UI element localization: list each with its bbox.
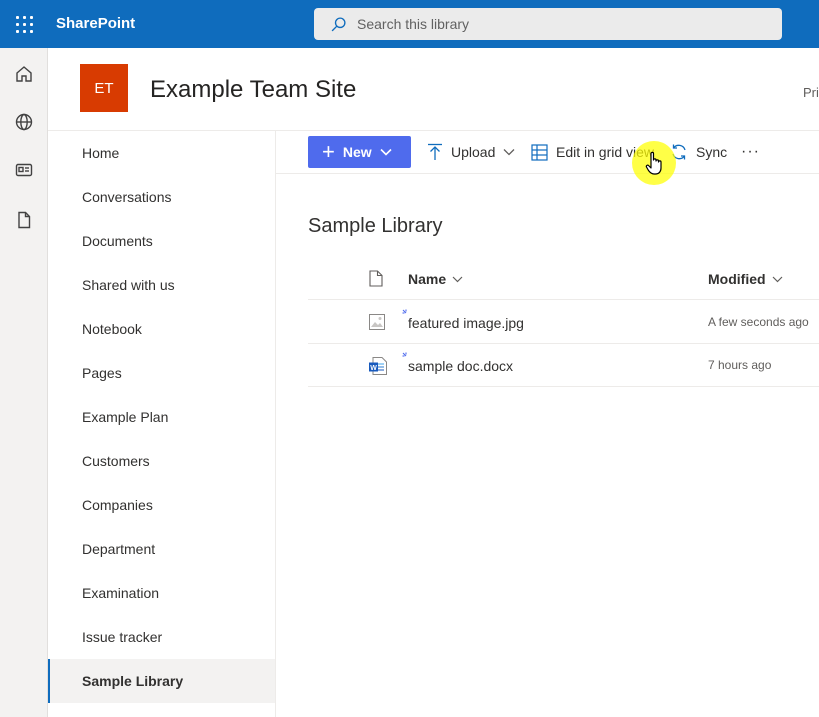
waffle-icon (15, 15, 33, 33)
site-title[interactable]: Example Team Site (150, 76, 356, 104)
chevron-down-icon (452, 276, 463, 282)
nav-item-customers[interactable]: Customers (48, 439, 275, 483)
file-type-icon[interactable] (369, 270, 383, 287)
left-navigation: Home Conversations Documents Shared with… (48, 130, 276, 717)
nav-item-issue-tracker[interactable]: Issue tracker (48, 615, 275, 659)
svg-text:W: W (370, 365, 377, 372)
app-launcher-button[interactable] (0, 0, 48, 48)
column-header-name[interactable]: Name (408, 271, 463, 287)
table-row[interactable]: featured image.jpg A few seconds ago (308, 301, 819, 344)
new-button-label: New (342, 144, 372, 160)
search-box[interactable]: Search this library (314, 8, 782, 40)
file-name-link[interactable]: featured image.jpg (408, 315, 524, 331)
more-options-button[interactable]: ··· (741, 136, 760, 168)
hand-cursor-icon (645, 151, 662, 175)
nav-item-department[interactable]: Department (48, 527, 275, 571)
nav-item-companies[interactable]: Companies (48, 483, 275, 527)
nav-item-sample-library[interactable]: Sample Library (48, 659, 275, 703)
home-icon[interactable] (14, 64, 34, 84)
file-modified: 7 hours ago (708, 358, 772, 372)
table-row[interactable]: W sample doc.docx 7 hours ago (308, 344, 819, 387)
list-header: Name Modified (308, 258, 819, 300)
chevron-down-icon (772, 276, 782, 282)
nav-item-examination[interactable]: Examination (48, 571, 275, 615)
chevron-down-icon (503, 149, 515, 156)
nav-item-documents[interactable]: Documents (48, 219, 275, 263)
news-icon[interactable] (14, 160, 34, 180)
app-rail (0, 48, 48, 717)
app-brand-link[interactable]: SharePoint (56, 15, 135, 32)
nav-item-home[interactable]: Home (48, 131, 275, 175)
upload-icon (428, 143, 442, 160)
search-placeholder: Search this library (357, 16, 470, 32)
chevron-down-icon (380, 148, 392, 156)
command-bar: + New Upload Edit in grid view Sync ··· (276, 130, 819, 174)
suite-bar: SharePoint Search this library (0, 0, 819, 48)
file-modified: A few seconds ago (708, 315, 809, 329)
column-modified-label: Modified (708, 271, 766, 287)
document-icon[interactable] (14, 210, 34, 230)
sync-button[interactable]: Sync (670, 136, 727, 168)
nav-item-pages[interactable]: Pages (48, 351, 275, 395)
library-title: Sample Library (308, 215, 443, 237)
nav-item-notebook[interactable]: Notebook (48, 307, 275, 351)
search-icon (331, 16, 346, 31)
nav-item-conversations[interactable]: Conversations (48, 175, 275, 219)
upload-button[interactable]: Upload (427, 136, 515, 168)
site-logo-initials: ET (94, 79, 114, 97)
site-logo[interactable]: ET (80, 64, 128, 112)
image-file-icon (369, 314, 385, 330)
nav-item-shared-with-us[interactable]: Shared with us (48, 263, 275, 307)
new-button[interactable]: + New (308, 136, 411, 168)
nav-item-example-plan[interactable]: Example Plan (48, 395, 275, 439)
site-privacy-label: Pri (803, 85, 819, 100)
grid-icon (531, 143, 548, 161)
sync-label: Sync (696, 144, 728, 160)
plus-icon: + (322, 139, 335, 164)
file-name-link[interactable]: sample doc.docx (408, 358, 513, 374)
upload-label: Upload (451, 144, 496, 160)
word-file-icon: W (369, 357, 387, 375)
globe-icon[interactable] (14, 112, 34, 132)
column-name-label: Name (408, 271, 447, 287)
column-header-modified[interactable]: Modified (708, 271, 783, 287)
